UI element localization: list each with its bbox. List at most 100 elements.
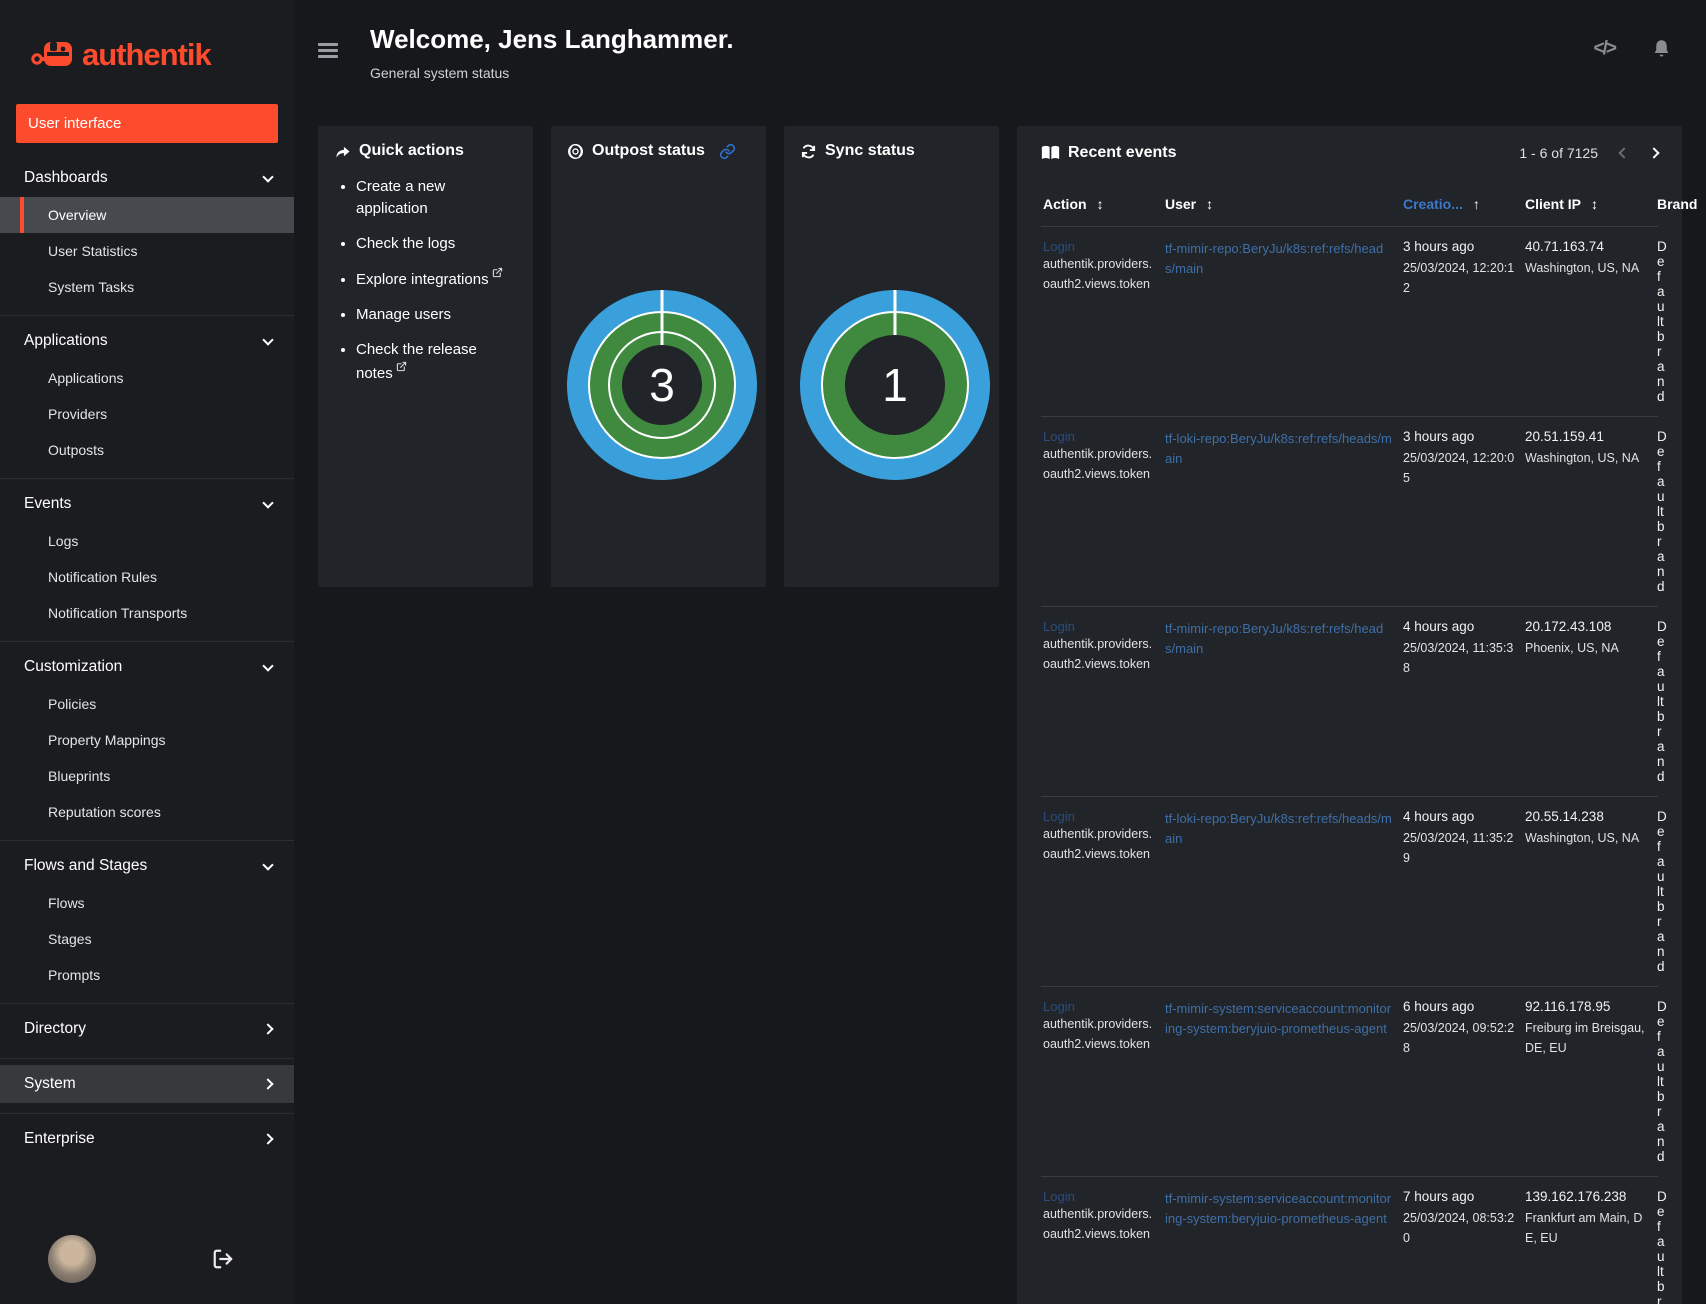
sync-status-donut: 1 [800,290,990,480]
event-action-cell: Login authentik.providers.oauth2.views.to… [1043,999,1155,1164]
api-code-icon[interactable]: </> [1594,38,1618,60]
sidebar-section-directory[interactable]: Directory [0,1010,294,1048]
event-time-relative: 4 hours ago [1403,809,1475,824]
column-header-brand[interactable]: Brand↕ [1657,196,1706,212]
chevron-left-icon[interactable] [1618,147,1630,159]
quick-action-link[interactable]: Create a new application [356,176,517,220]
event-time-relative: 4 hours ago [1403,619,1475,634]
sidebar-section-label: System [24,1075,76,1092]
bell-icon[interactable] [1651,38,1672,60]
logo-wordmark: authentik [82,37,212,72]
sidebar-section-enterprise[interactable]: Enterprise [0,1120,294,1158]
event-time-relative: 3 hours ago [1403,239,1475,254]
sidebar-item-system-tasks[interactable]: System Tasks [0,269,294,305]
sidebar-item-outposts[interactable]: Outposts [0,432,294,468]
sidebar-section-events[interactable]: Events [0,485,294,523]
quick-action-label: Check the release notes [356,340,477,382]
sidebar-item-applications[interactable]: Applications [0,360,294,396]
quick-action-label: Create a new application [356,178,446,217]
event-brand: Default brand [1657,239,1667,404]
event-ip: 139.162.176.238 [1525,1189,1627,1204]
event-user-link[interactable]: tf-loki-repo:BeryJu/k8s:ref:refs/heads/m… [1165,429,1393,469]
quick-action-link[interactable]: Explore integrations [356,267,517,291]
external-link-icon [396,361,407,372]
event-ip: 92.116.178.95 [1525,999,1611,1014]
column-header-creatio-[interactable]: Creatio... ↑ [1403,196,1515,212]
link-icon[interactable] [719,143,736,160]
logo[interactable]: authentik [0,0,294,80]
quick-actions-title: Quick actions [359,142,464,159]
recent-events-panel: Recent events 1 - 6 of 7125 Action ↕ User ↕… [1017,126,1697,1304]
event-action-link[interactable]: Login [1043,619,1155,634]
sidebar-section-customization[interactable]: Customization [0,648,294,686]
avatar[interactable] [48,1235,96,1283]
event-row: Login authentik.providers.oauth2.views.to… [1041,226,1667,416]
sidebar-section-label: Directory [24,1020,87,1037]
sidebar-item-stages[interactable]: Stages [0,921,294,957]
event-user-cell: tf-loki-repo:BeryJu/k8s:ref:refs/heads/m… [1165,429,1393,594]
outpost-count: 3 [649,359,675,411]
event-action-cell: Login authentik.providers.oauth2.views.to… [1043,619,1155,784]
sync-icon [800,143,817,160]
event-created-cell: 4 hours ago 25/03/2024, 11:35:29 [1403,809,1515,974]
column-header-user[interactable]: User ↕ [1165,196,1393,212]
sidebar-item-user-statistics[interactable]: User Statistics [0,233,294,269]
logout-icon[interactable] [212,1248,234,1270]
sidebar-item-overview[interactable]: Overview [0,197,294,233]
sidebar-item-logs[interactable]: Logs [0,523,294,559]
pagination-label: 1 - 6 of 7125 [1519,145,1598,161]
sync-count: 1 [882,359,908,411]
sidebar-item-notification-rules[interactable]: Notification Rules [0,559,294,595]
quick-action-link[interactable]: Check the release notes [356,339,517,385]
event-action-link[interactable]: Login [1043,429,1155,444]
event-brand: Default brand [1657,429,1667,594]
event-client-ip-cell: 139.162.176.238 Frankfurt am Main, DE, EU [1525,1189,1647,1304]
chevron-right-icon [262,1133,274,1145]
event-brand-cell: Default brand [1657,619,1667,784]
event-action-link[interactable]: Login [1043,239,1155,254]
sidebar-section-dashboards[interactable]: Dashboards [0,159,294,197]
event-user-link[interactable]: tf-mimir-repo:BeryJu/k8s:ref:refs/heads/… [1165,619,1393,659]
event-created-cell: 3 hours ago 25/03/2024, 12:20:05 [1403,429,1515,594]
event-action-cell: Login authentik.providers.oauth2.views.to… [1043,429,1155,594]
quick-action-link[interactable]: Manage users [356,304,517,326]
event-ip: 20.55.14.238 [1525,809,1604,824]
event-client-ip-cell: 20.51.159.41 Washington, US, NA [1525,429,1647,594]
sort-asc-icon: ↑ [1472,196,1480,212]
sidebar-item-prompts[interactable]: Prompts [0,957,294,993]
quick-action-link[interactable]: Check the logs [356,233,517,255]
sidebar-section-system[interactable]: System [0,1065,294,1103]
sidebar-item-providers[interactable]: Providers [0,396,294,432]
event-action-app: authentik.providers.oauth2.views.token [1043,637,1153,671]
sidebar-section-flows-and-stages[interactable]: Flows and Stages [0,847,294,885]
event-time-relative: 3 hours ago [1403,429,1475,444]
sidebar-item-flows[interactable]: Flows [0,885,294,921]
sidebar-item-property-mappings[interactable]: Property Mappings [0,722,294,758]
column-header-client-ip[interactable]: Client IP ↕ [1525,196,1647,212]
user-interface-button[interactable]: User interface [16,104,278,143]
sidebar-item-notification-transports[interactable]: Notification Transports [0,595,294,631]
sidebar-item-reputation-scores[interactable]: Reputation scores [0,794,294,830]
column-header-action[interactable]: Action ↕ [1043,196,1155,212]
authentik-admin-dashboard: authentik User interface Dashboards Overv… [0,0,1706,1304]
chevron-down-icon [262,496,274,509]
event-user-link[interactable]: tf-mimir-repo:BeryJu/k8s:ref:refs/heads/… [1165,239,1393,279]
outpost-status-title: Outpost status [592,142,705,159]
event-action-link[interactable]: Login [1043,1189,1155,1204]
chevron-right-icon[interactable] [1648,147,1660,159]
event-user-link[interactable]: tf-loki-repo:BeryJu/k8s:ref:refs/heads/m… [1165,809,1393,849]
event-action-link[interactable]: Login [1043,809,1155,824]
sidebar-section-label: Dashboards [24,169,108,186]
menu-icon[interactable] [318,40,338,61]
pagination-top: 1 - 6 of 7125 [1519,145,1660,161]
event-action-app: authentik.providers.oauth2.views.token [1043,447,1153,481]
sidebar-section-applications[interactable]: Applications [0,322,294,360]
event-time-absolute: 25/03/2024, 12:20:05 [1403,451,1515,485]
sidebar-item-policies[interactable]: Policies [0,686,294,722]
event-geo: Washington, US, NA [1525,451,1640,465]
event-user-link[interactable]: tf-mimir-system:serviceaccount:monitorin… [1165,1189,1393,1229]
event-user-link[interactable]: tf-mimir-system:serviceaccount:monitorin… [1165,999,1393,1039]
sidebar-nav: Dashboards Overview User Statistics System … [0,153,294,1214]
event-action-link[interactable]: Login [1043,999,1155,1014]
sidebar-item-blueprints[interactable]: Blueprints [0,758,294,794]
